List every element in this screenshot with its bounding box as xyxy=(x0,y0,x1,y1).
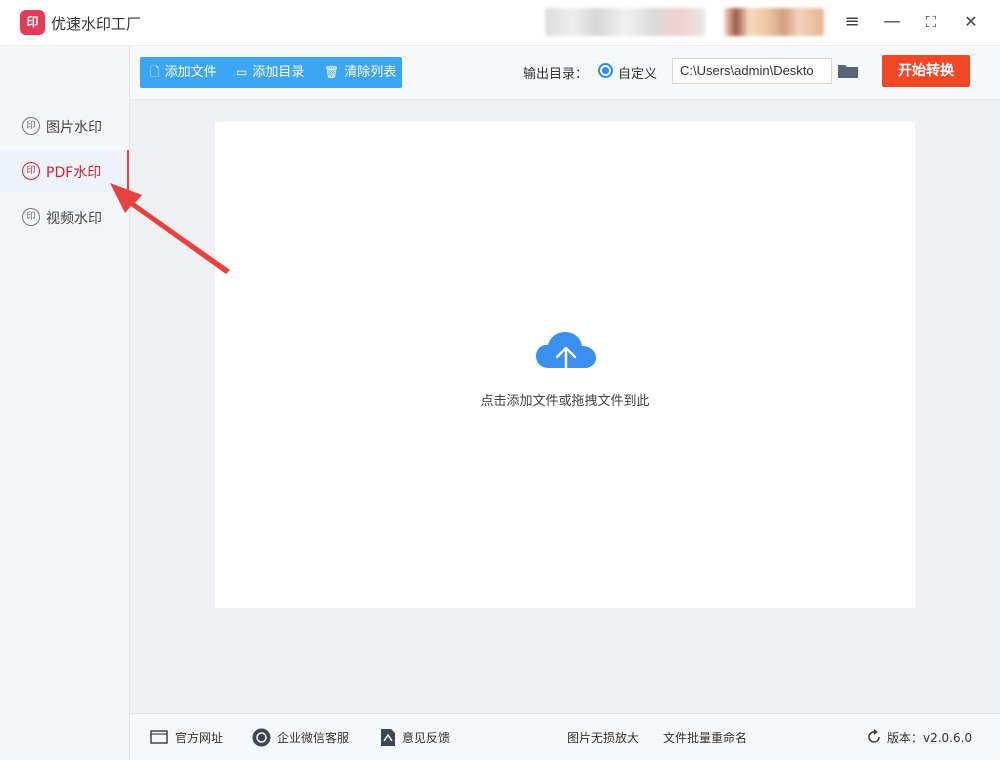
footer-image-enlarge[interactable]: 图片无损放大 xyxy=(567,729,639,746)
feedback-icon xyxy=(381,729,395,746)
sidebar-item-label: 视频水印 xyxy=(46,211,102,227)
annotation-arrow xyxy=(110,183,230,274)
footer-wechat-support[interactable]: 企业微信客服 xyxy=(277,729,349,746)
clear-list-label: 清除列表 xyxy=(344,65,397,80)
wechat-support-icon xyxy=(252,728,271,747)
user-account-area[interactable] xyxy=(545,8,705,36)
maximize-button[interactable]: ⛶ xyxy=(918,9,944,35)
watermark-stamp-icon: 印 xyxy=(22,208,40,226)
file-button-group: 🗋 添加文件 ▭ 添加目录 🗑 清除列表 xyxy=(140,57,402,88)
folder-outline-icon: ▭ xyxy=(236,65,248,79)
menu-icon[interactable]: ≡ xyxy=(839,9,865,35)
footer-website[interactable]: 官方网址 xyxy=(175,729,223,746)
custom-radio-label[interactable]: 自定义 xyxy=(618,63,657,82)
sidebar-item-label: 图片水印 xyxy=(46,120,102,136)
add-file-button[interactable]: 🗋 添加文件 xyxy=(150,57,217,88)
folder-icon[interactable] xyxy=(837,63,859,79)
start-convert-button[interactable]: 开始转换 xyxy=(882,55,970,87)
close-button[interactable]: ✕ xyxy=(958,9,984,35)
footer-batch-rename[interactable]: 文件批量重命名 xyxy=(663,729,747,746)
refresh-icon[interactable] xyxy=(866,729,882,745)
app-logo-icon: 印 xyxy=(20,10,45,35)
cloud-upload-icon xyxy=(536,332,596,380)
website-icon xyxy=(150,730,168,744)
add-folder-button[interactable]: ▭ 添加目录 xyxy=(236,57,304,88)
watermark-stamp-icon: 印 xyxy=(22,117,40,135)
minimize-button[interactable]: — xyxy=(879,9,905,35)
dropzone-hint: 点击添加文件或拖拽文件到此 xyxy=(480,394,650,409)
watermark-stamp-icon: 印 xyxy=(22,162,40,180)
title-bar: 印 优速水印工厂 ≡ — ⛶ ✕ xyxy=(0,0,1000,46)
version-label: 版本：v2.0.6.0 xyxy=(887,731,973,745)
sidebar-item-image-watermark[interactable]: 印 图片水印 xyxy=(0,105,130,147)
trash-icon: 🗑 xyxy=(324,65,340,79)
add-folder-label: 添加目录 xyxy=(252,65,305,80)
file-icon: 🗋 xyxy=(150,65,160,79)
footer-bar: 官方网址 企业微信客服 意见反馈 图片无损放大 文件批量重命名 版本：v2.0.… xyxy=(130,713,1000,760)
file-dropzone[interactable]: 点击添加文件或拖拽文件到此 xyxy=(215,122,915,608)
app-title: 优速水印工厂 xyxy=(51,15,142,33)
toolbar: 🗋 添加文件 ▭ 添加目录 🗑 清除列表 输出目录： 自定义 C:\Users\adm… xyxy=(130,46,1000,100)
sidebar: 印 图片水印 印 PDF水印 印 视频水印 xyxy=(0,46,130,760)
output-dir-label: 输出目录： xyxy=(523,67,589,82)
footer-feedback[interactable]: 意见反馈 xyxy=(402,729,450,746)
add-file-label: 添加文件 xyxy=(164,65,217,80)
sidebar-item-label: PDF水印 xyxy=(46,165,102,181)
clear-list-button[interactable]: 🗑 清除列表 xyxy=(324,57,396,88)
vip-badge[interactable] xyxy=(724,8,824,36)
custom-radio[interactable] xyxy=(598,63,613,78)
output-path-field[interactable]: C:\Users\admin\Deskto xyxy=(672,58,832,84)
